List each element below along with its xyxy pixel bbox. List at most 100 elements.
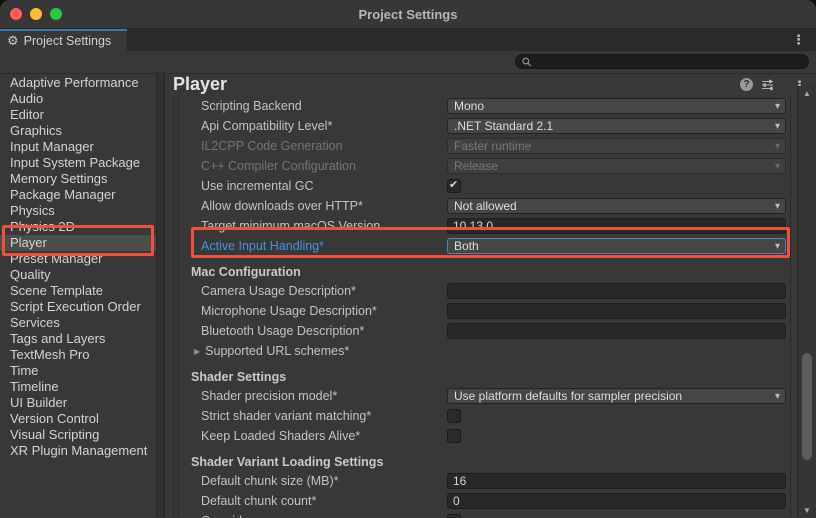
presets-icon[interactable] [761,79,774,91]
sidebar-list: Adaptive PerformanceAudioEditorGraphicsI… [0,72,156,518]
traffic-light-zoom-icon[interactable] [50,8,62,20]
settings-row-api-compatibility-level: Api Compatibility Level* .NET Standard 2.… [165,116,791,136]
traffic-light-minimize-icon[interactable] [30,8,42,20]
sidebar-item-tags-and-layers[interactable]: Tags and Layers [0,331,156,347]
checkbox-override[interactable] [447,514,461,518]
dropdown-value: Use platform defaults for sampler precis… [454,389,682,403]
setting-control [447,514,786,518]
setting-control [447,492,786,510]
settings-row-scripting-backend: Scripting Backend Mono▾ [165,96,791,116]
checkbox-strict-shader-variant-matching[interactable] [447,409,461,423]
settings-row-default-chunk-size-mb: Default chunk size (MB)* [165,471,791,491]
page-title: Player [165,72,816,95]
dropdown-value: Faster runtime [454,139,531,153]
sidebar-item-audio[interactable]: Audio [0,91,156,107]
setting-control [447,409,786,423]
dropdown-allow-downloads-over-http[interactable]: Not allowed ▾ [447,198,786,214]
setting-control: Faster runtime▾ [447,138,786,154]
text-field-camera-usage-description[interactable] [447,283,786,299]
text-field-default-chunk-size-mb[interactable] [447,473,786,489]
sidebar-item-timeline[interactable]: Timeline [0,379,156,395]
dropdown-value: .NET Standard 2.1 [454,119,553,133]
settings-row-keep-loaded-shaders-alive: Keep Loaded Shaders Alive* [165,426,791,446]
sidebar-item-xr-plugin-management[interactable]: XR Plugin Management [0,443,156,459]
sidebar-item-editor[interactable]: Editor [0,107,156,123]
sidebar-item-input-manager[interactable]: Input Manager [0,139,156,155]
scrollbar-thumb[interactable] [802,353,812,460]
checkbox-keep-loaded-shaders-alive[interactable] [447,429,461,443]
settings-row-default-chunk-count: Default chunk count* [165,491,791,511]
sidebar-item-ui-builder[interactable]: UI Builder [0,395,156,411]
setting-control [447,472,786,490]
tab-label: Project Settings [24,34,112,48]
setting-control: .NET Standard 2.1▾ [447,118,786,134]
sidebar-item-time[interactable]: Time [0,363,156,379]
settings-row-bluetooth-usage-description: Bluetooth Usage Description* [165,321,791,341]
help-icon[interactable]: ? [740,78,753,91]
sidebar-item-textmesh-pro[interactable]: TextMesh Pro [0,347,156,363]
scroll-down-icon[interactable]: ▼ [798,506,816,515]
setting-label: Allow downloads over HTTP* [201,199,363,213]
chevron-down-icon: ▾ [775,199,780,214]
check-icon: ✔ [449,179,458,192]
setting-label: Microphone Usage Description* [201,304,377,318]
dropdown-scripting-backend[interactable]: Mono▾ [447,98,786,114]
settings-row-allow-downloads-over-http: Allow downloads over HTTP* Not allowed ▾ [165,196,791,216]
settings-row-shader-precision-model: Shader precision model*Use platform defa… [165,386,791,406]
settings-body: Scripting Backend Mono▾ Api Compatibility … [165,95,791,518]
sidebar-item-memory-settings[interactable]: Memory Settings [0,171,156,187]
setting-control [447,429,786,443]
search-icon [522,57,532,67]
settings-row-strict-shader-variant-matching: Strict shader variant matching* [165,406,791,426]
titlebar: Project Settings [0,0,816,29]
sidebar-item-scene-template[interactable]: Scene Template [0,283,156,299]
sidebar-item-physics[interactable]: Physics [0,203,156,219]
sidebar-item-script-execution-order[interactable]: Script Execution Order [0,299,156,315]
setting-label: Keep Loaded Shaders Alive* [201,429,360,443]
setting-label: C++ Compiler Configuration [201,159,356,173]
setting-control: ✔ [447,179,786,193]
sidebar-item-package-manager[interactable]: Package Manager [0,187,156,203]
annotation-box-player-sidebar-item [2,225,154,256]
sidebar-item-version-control[interactable]: Version Control [0,411,156,427]
search-input[interactable] [536,56,802,68]
setting-label: Api Compatibility Level* [201,119,332,133]
checkbox-use-incremental-gc[interactable]: ✔ [447,179,461,193]
setting-control [447,282,786,300]
gear-icon: ⚙ [7,32,19,50]
setting-label: Override [201,514,249,518]
setting-label: Scripting Backend [201,99,302,113]
chevron-down-icon: ▾ [775,159,780,174]
setting-control [447,302,786,320]
sidebar-item-services[interactable]: Services [0,315,156,331]
sidebar-splitter[interactable] [156,72,165,518]
dropdown-value: Not allowed [454,199,517,213]
dropdown-shader-precision-model[interactable]: Use platform defaults for sampler precis… [447,388,786,404]
tab-bar-menu-icon[interactable]: ⋮ [792,33,805,47]
tab-project-settings[interactable]: ⚙ Project Settings [0,29,127,51]
settings-row-il2cpp-code-generation: IL2CPP Code GenerationFaster runtime▾ [165,136,791,156]
search-field[interactable] [515,54,809,69]
chevron-down-icon: ▾ [775,99,780,114]
sidebar-item-adaptive-performance[interactable]: Adaptive Performance [0,75,156,91]
text-field-default-chunk-count[interactable] [447,493,786,509]
vertical-scrollbar[interactable]: ▲ ▼ [797,86,816,518]
scroll-up-icon[interactable]: ▲ [798,89,816,98]
sidebar-item-graphics[interactable]: Graphics [0,123,156,139]
text-field-microphone-usage-description[interactable] [447,303,786,319]
sidebar-item-input-system-package[interactable]: Input System Package [0,155,156,171]
settings-row-override: Override [165,511,791,518]
traffic-light-close-icon[interactable] [10,8,22,20]
dropdown-value: Release [454,159,498,173]
dropdown-api-compatibility-level[interactable]: .NET Standard 2.1▾ [447,118,786,134]
setting-label: ▶Supported URL schemes* [194,344,349,358]
foldout-arrow-icon[interactable]: ▶ [194,347,200,356]
sidebar-item-quality[interactable]: Quality [0,267,156,283]
sidebar-item-visual-scripting[interactable]: Visual Scripting [0,427,156,443]
project-settings-window: Project Settings ⚙ Project Settings ⋮ Ad… [0,0,816,518]
settings-row-microphone-usage-description: Microphone Usage Description* [165,301,791,321]
text-field-bluetooth-usage-description[interactable] [447,323,786,339]
setting-control: Not allowed ▾ [447,198,786,214]
settings-panel: Player ? ⋮ Scripting BackendMono▾Api Com… [165,72,816,518]
content: Adaptive PerformanceAudioEditorGraphicsI… [0,72,816,518]
